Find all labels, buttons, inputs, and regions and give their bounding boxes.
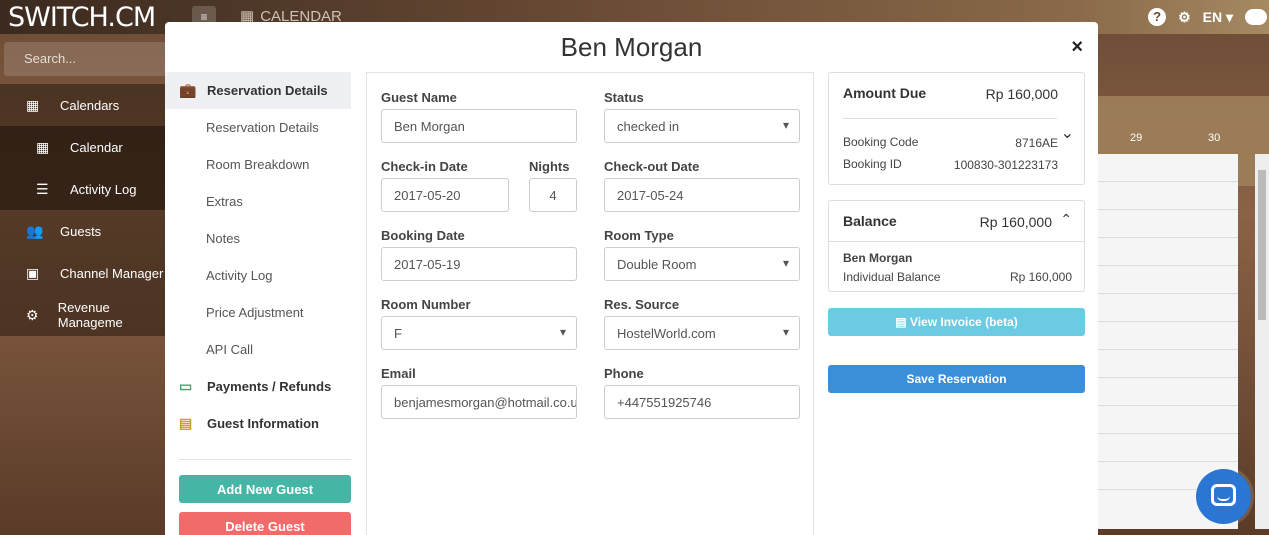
nav-notes[interactable]: Notes bbox=[165, 220, 351, 257]
chat-widget-button[interactable] bbox=[1196, 469, 1251, 524]
calendar-background: 29 30 bbox=[1098, 34, 1269, 535]
nav-guest-information[interactable]: ▤ Guest Information bbox=[165, 405, 351, 442]
view-invoice-button[interactable]: ▤ View Invoice (beta) bbox=[828, 308, 1085, 336]
guest-name-label: Guest Name bbox=[381, 90, 457, 105]
question-circle-icon[interactable]: ? bbox=[1148, 8, 1167, 26]
top-right-tools: ? ⚙ EN ▾ bbox=[1148, 5, 1269, 29]
briefcase-icon: 💼 bbox=[179, 82, 197, 98]
amount-due-panel: Amount Due Rp 160,000 ⌄ Booking Code 871… bbox=[828, 72, 1085, 185]
calendar-icon: ▦ bbox=[36, 138, 50, 155]
chat-bubble-icon[interactable] bbox=[1245, 9, 1267, 25]
res-source-select[interactable]: HostelWorld.com bbox=[604, 316, 800, 350]
close-icon[interactable]: × bbox=[1071, 36, 1083, 59]
calendar-icon: ▦ bbox=[26, 96, 40, 113]
res-source-label: Res. Source bbox=[604, 297, 680, 312]
reservation-modal: Ben Morgan × 💼 Reservation Details Reserv… bbox=[165, 22, 1098, 535]
nav-reservation-details-header[interactable]: 💼 Reservation Details bbox=[165, 72, 351, 109]
booking-id-label: Booking ID bbox=[843, 157, 902, 171]
sidebar-item-guests[interactable]: 👥 Guests bbox=[0, 210, 166, 252]
nav-reservation-details[interactable]: Reservation Details bbox=[165, 109, 351, 146]
calendar-date-header: 30 bbox=[1208, 132, 1221, 144]
amount-due-value: Rp 160,000 bbox=[985, 86, 1058, 102]
status-select[interactable]: checked in bbox=[604, 109, 800, 143]
booking-code-label: Booking Code bbox=[843, 135, 919, 149]
nav-price-adjustment[interactable]: Price Adjustment bbox=[165, 294, 351, 331]
modal-title: Ben Morgan bbox=[560, 32, 703, 62]
check-out-date-input[interactable]: 2017-05-24 bbox=[604, 178, 800, 212]
amount-due-label: Amount Due bbox=[843, 85, 927, 101]
individual-balance-value: Rp 160,000 bbox=[1009, 270, 1072, 284]
add-new-guest-button[interactable]: Add New Guest bbox=[179, 475, 351, 503]
balance-guest-name: Ben Morgan bbox=[843, 251, 913, 265]
nav-divider bbox=[179, 459, 351, 460]
guest-name-input[interactable]: Ben Morgan bbox=[381, 109, 577, 143]
sidebar-item-calendar[interactable]: ▦ Calendar bbox=[0, 126, 166, 168]
save-reservation-button[interactable]: Save Reservation bbox=[828, 365, 1085, 393]
room-number-select[interactable]: F bbox=[381, 316, 577, 350]
room-number-label: Room Number bbox=[381, 297, 471, 312]
email-label: Email bbox=[381, 366, 416, 381]
balance-label: Balance bbox=[843, 213, 897, 229]
check-in-date-input[interactable]: 2017-05-20 bbox=[381, 178, 509, 212]
chat-icon bbox=[1211, 484, 1236, 506]
calendar-date-header: 29 bbox=[1130, 132, 1143, 144]
sidebar-list: ▦ Calendars ▦ Calendar ☰ Activity Log 👥 Gues… bbox=[0, 84, 166, 336]
individual-balance-label: Individual Balance bbox=[843, 270, 941, 284]
booking-date-input[interactable]: 2017-05-19 bbox=[381, 247, 577, 281]
phone-label: Phone bbox=[604, 366, 644, 381]
nav-room-breakdown[interactable]: Room Breakdown bbox=[165, 146, 351, 183]
users-icon: 👥 bbox=[26, 222, 44, 239]
status-label: Status bbox=[604, 90, 644, 105]
booking-date-label: Booking Date bbox=[381, 228, 465, 243]
scrollbar-thumb[interactable] bbox=[1258, 170, 1266, 320]
nav-extras[interactable]: Extras bbox=[165, 183, 351, 220]
room-type-select[interactable]: Double Room bbox=[604, 247, 800, 281]
sidebar-item-revenue-management[interactable]: ⚙ Revenue Manageme bbox=[0, 294, 166, 336]
balance-panel: Balance Rp 160,000 ⌃ Ben Morgan Individu… bbox=[828, 200, 1085, 292]
id-card-icon: ▤ bbox=[179, 415, 193, 431]
check-out-label: Check-out Date bbox=[604, 159, 700, 174]
list-icon: ☰ bbox=[36, 180, 49, 197]
balance-divider bbox=[829, 241, 1084, 242]
credit-card-icon: ▭ bbox=[179, 378, 193, 394]
nav-activity-log[interactable]: Activity Log bbox=[165, 257, 351, 294]
booking-code-value: 8716AE bbox=[1015, 136, 1058, 150]
room-type-label: Room Type bbox=[604, 228, 674, 243]
sidebar-item-channel-manager[interactable]: ▣ Channel Manager bbox=[0, 252, 166, 294]
language-selector[interactable]: EN ▾ bbox=[1203, 9, 1233, 26]
sidebar: Search... ▦ Calendars ▦ Calendar ☰ Activity… bbox=[0, 34, 166, 339]
nav-api-call[interactable]: API Call bbox=[165, 331, 351, 368]
search-input[interactable]: Search... bbox=[4, 42, 166, 76]
gears-icon[interactable]: ⚙ bbox=[1178, 9, 1191, 26]
brand-logo[interactable]: SWITCH.CM bbox=[8, 2, 156, 33]
summary-divider bbox=[843, 118, 1057, 119]
document-icon: ▤ bbox=[895, 315, 910, 329]
booking-id-value: 100830-301223173 bbox=[953, 158, 1058, 172]
nights-input[interactable]: 4 bbox=[529, 178, 577, 212]
check-in-label: Check-in Date bbox=[381, 159, 468, 174]
sidebar-item-calendars[interactable]: ▦ Calendars bbox=[0, 84, 166, 126]
cog-icon: ⚙ bbox=[26, 306, 39, 323]
sidebar-item-activity-log[interactable]: ☰ Activity Log bbox=[0, 168, 166, 210]
modal-nav: 💼 Reservation Details Reservation Details… bbox=[165, 72, 351, 535]
nav-payments-refunds[interactable]: ▭ Payments / Refunds bbox=[165, 368, 351, 405]
email-input[interactable]: benjamesmorgan@hotmail.co.uk bbox=[381, 385, 577, 419]
chevron-down-icon[interactable]: ⌄ bbox=[1061, 123, 1074, 143]
calendar-scrollbar[interactable] bbox=[1255, 154, 1269, 529]
delete-guest-button[interactable]: Delete Guest bbox=[179, 512, 351, 535]
money-icon: ▣ bbox=[26, 264, 40, 281]
reservation-form: Guest Name Ben Morgan Status checked in … bbox=[366, 72, 814, 535]
balance-value: Rp 160,000 bbox=[979, 214, 1052, 230]
phone-input[interactable]: +447551925746 bbox=[604, 385, 800, 419]
chevron-up-icon[interactable]: ⌃ bbox=[1060, 211, 1072, 228]
nights-label: Nights bbox=[529, 159, 570, 174]
